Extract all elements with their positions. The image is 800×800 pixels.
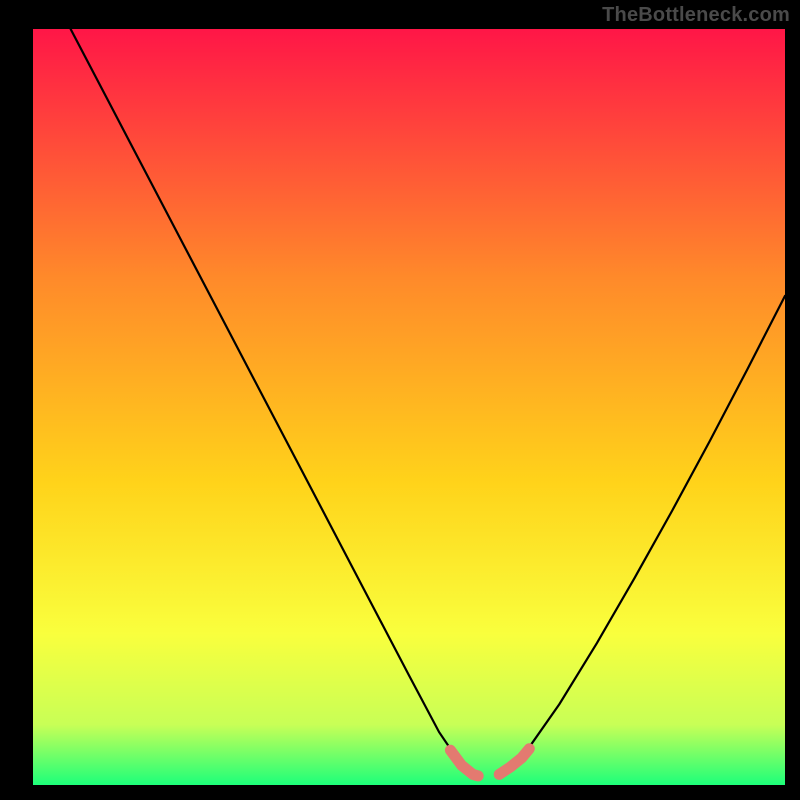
chart-frame: TheBottleneck.com xyxy=(0,0,800,800)
chart-svg xyxy=(0,0,800,800)
watermark-text: TheBottleneck.com xyxy=(602,4,790,27)
plot-background xyxy=(33,29,785,785)
